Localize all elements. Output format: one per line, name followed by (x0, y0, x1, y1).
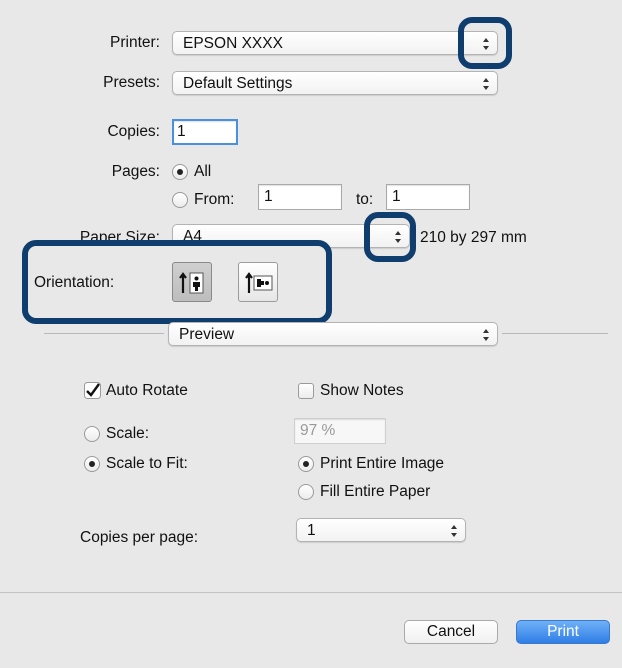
fill-entire-paper-radio[interactable] (298, 484, 314, 500)
section-popup-value: Preview (179, 326, 235, 343)
cancel-button[interactable]: Cancel (404, 620, 498, 644)
scale-to-fit-radio[interactable] (84, 456, 100, 472)
scale-to-fit-label: Scale to Fit: (106, 455, 188, 472)
printer-label: Printer: (110, 34, 160, 51)
copies-per-page-value: 1 (307, 522, 316, 539)
copies-per-page-label: Copies per page: (80, 529, 199, 546)
presets-value: Default Settings (183, 75, 293, 92)
presets-label: Presets: (103, 74, 160, 91)
print-entire-image-radio[interactable] (298, 456, 314, 472)
popup-arrows-icon (481, 326, 491, 344)
paper-size-arrow-callout (364, 212, 416, 262)
orientation-label: Orientation: (34, 274, 115, 291)
section-popup[interactable]: Preview (168, 322, 498, 346)
fill-entire-paper-label: Fill Entire Paper (320, 483, 431, 500)
pages-to-field[interactable]: 1 (386, 184, 470, 210)
pages-all-radio[interactable] (172, 164, 188, 180)
printer-arrow-callout (458, 17, 512, 69)
bottom-separator (0, 592, 622, 593)
auto-rotate-checkbox[interactable] (84, 382, 101, 399)
show-notes-checkbox[interactable] (298, 383, 314, 399)
auto-rotate-label: Auto Rotate (106, 382, 188, 399)
presets-popup[interactable]: Default Settings (172, 71, 498, 95)
pages-label: Pages: (111, 163, 160, 180)
print-entire-image-label: Print Entire Image (320, 455, 445, 472)
checkmark-icon (84, 382, 101, 399)
popup-arrows-icon (449, 522, 459, 540)
printer-popup[interactable]: EPSON XXXX (172, 31, 498, 55)
paper-size-dimensions: 210 by 297 mm (420, 229, 527, 246)
popup-arrows-icon (481, 75, 491, 93)
landscape-orientation-icon (245, 272, 273, 293)
pages-from-radio[interactable] (172, 192, 188, 208)
separator-left (44, 333, 164, 334)
copies-field[interactable]: 1 (172, 119, 238, 145)
show-notes-label: Show Notes (320, 382, 404, 399)
print-button[interactable]: Print (516, 620, 610, 644)
scale-field[interactable]: 97 % (294, 418, 386, 444)
scale-label: Scale: (106, 425, 150, 442)
scale-radio[interactable] (84, 426, 100, 442)
copies-per-page-popup[interactable]: 1 (296, 518, 466, 542)
pages-from-field[interactable]: 1 (258, 184, 342, 210)
pages-from-label: From: (194, 191, 235, 208)
portrait-orientation-icon (179, 272, 204, 294)
orientation-landscape-button[interactable] (238, 262, 278, 302)
pages-all-label: All (194, 163, 212, 180)
separator-right (502, 333, 608, 334)
pages-to-label: to: (356, 191, 374, 208)
printer-value: EPSON XXXX (183, 35, 283, 52)
copies-label: Copies: (107, 123, 160, 140)
orientation-portrait-button[interactable] (172, 262, 212, 302)
